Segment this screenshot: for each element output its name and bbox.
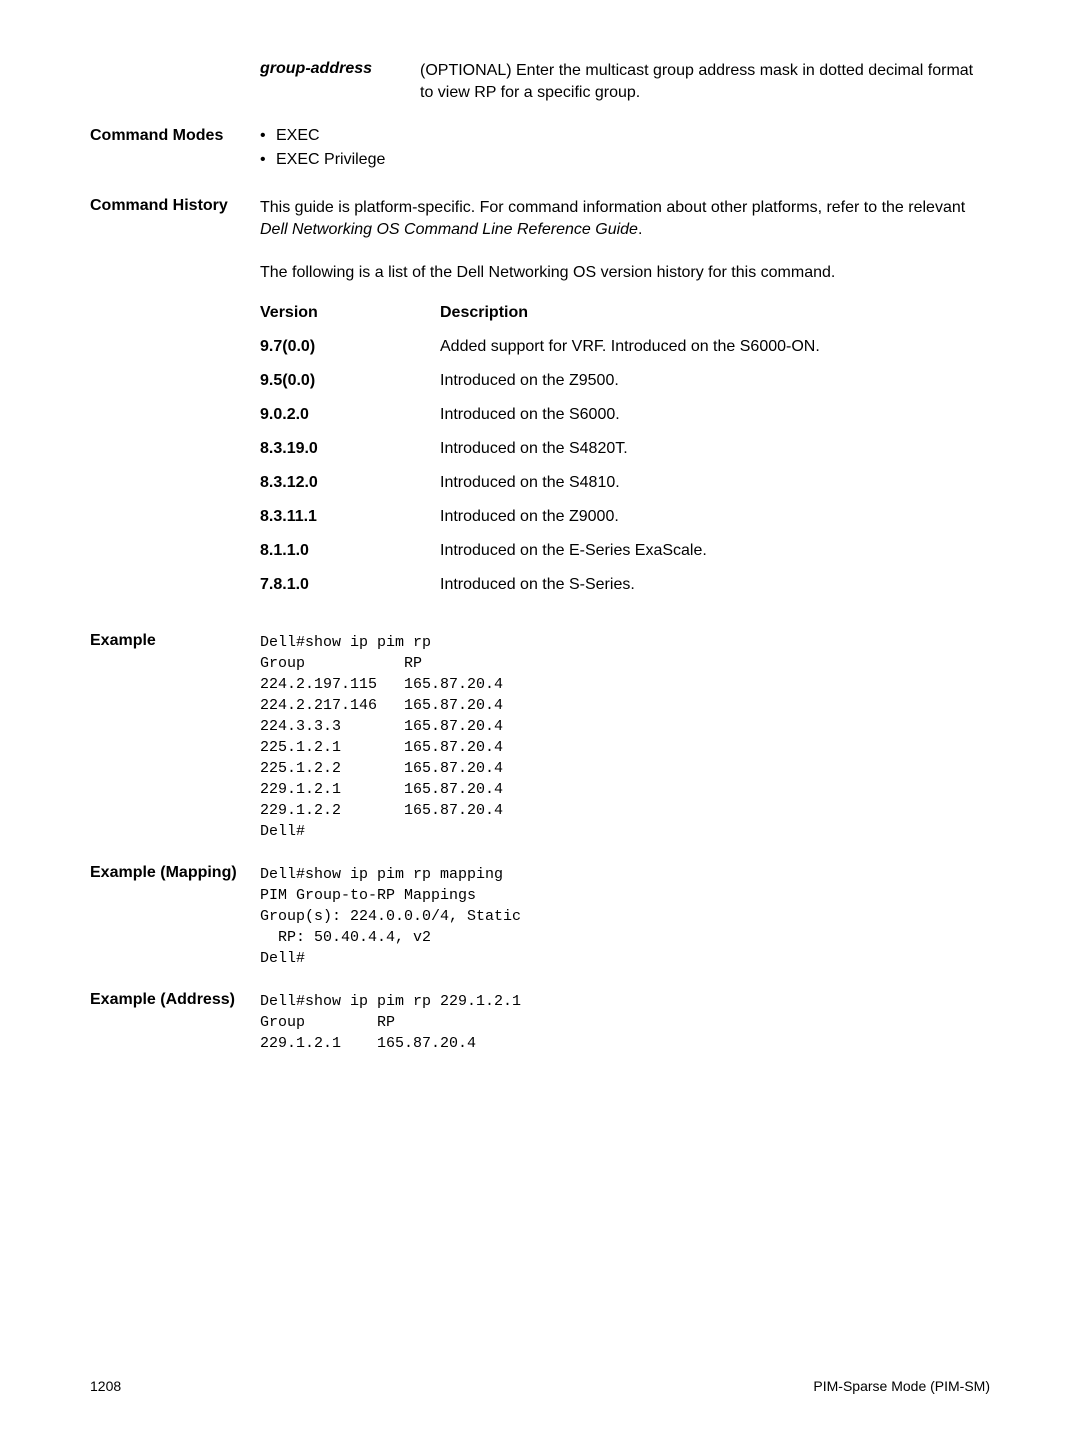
section-title: PIM-Sparse Mode (PIM-SM) [813, 1378, 990, 1394]
version-cell: 8.3.12.0 [260, 474, 440, 492]
example-code: Dell#show ip pim rp Group RP 224.2.197.1… [260, 632, 990, 842]
command-modes-list: EXEC EXEC Privilege [260, 127, 990, 169]
description-cell: Introduced on the Z9000. [440, 508, 990, 526]
version-cell: 7.8.1.0 [260, 576, 440, 594]
version-cell: 8.3.19.0 [260, 440, 440, 458]
description-cell: Added support for VRF. Introduced on the… [440, 338, 990, 356]
example-address-label: Example (Address) [90, 991, 260, 1054]
command-history-label: Command History [90, 197, 260, 610]
description-cell: Introduced on the S4810. [440, 474, 990, 492]
version-table: Version Description 9.7(0.0) Added suppo… [260, 304, 990, 594]
description-cell: Introduced on the Z9500. [440, 372, 990, 390]
command-modes-label: Command Modes [90, 127, 260, 175]
param-name: group-address [260, 60, 420, 105]
list-item: EXEC Privilege [276, 151, 990, 169]
history-intro1: This guide is platform-specific. For com… [260, 197, 990, 242]
description-cell: Introduced on the S4820T. [440, 440, 990, 458]
description-cell: Introduced on the S-Series. [440, 576, 990, 594]
example-mapping-code: Dell#show ip pim rp mapping PIM Group-to… [260, 864, 990, 969]
example-mapping-label: Example (Mapping) [90, 864, 260, 969]
version-cell: 9.5(0.0) [260, 372, 440, 390]
description-header: Description [440, 304, 990, 322]
description-cell: Introduced on the E-Series ExaScale. [440, 542, 990, 560]
list-item: EXEC [276, 127, 990, 145]
example-label: Example [90, 632, 260, 842]
version-header: Version [260, 304, 440, 322]
version-cell: 8.1.1.0 [260, 542, 440, 560]
version-cell: 9.7(0.0) [260, 338, 440, 356]
history-intro2: The following is a list of the Dell Netw… [260, 262, 990, 284]
version-cell: 9.0.2.0 [260, 406, 440, 424]
param-desc: (OPTIONAL) Enter the multicast group add… [420, 60, 990, 105]
example-address-code: Dell#show ip pim rp 229.1.2.1 Group RP 2… [260, 991, 990, 1054]
page-number: 1208 [90, 1378, 121, 1394]
description-cell: Introduced on the S6000. [440, 406, 990, 424]
version-cell: 8.3.11.1 [260, 508, 440, 526]
